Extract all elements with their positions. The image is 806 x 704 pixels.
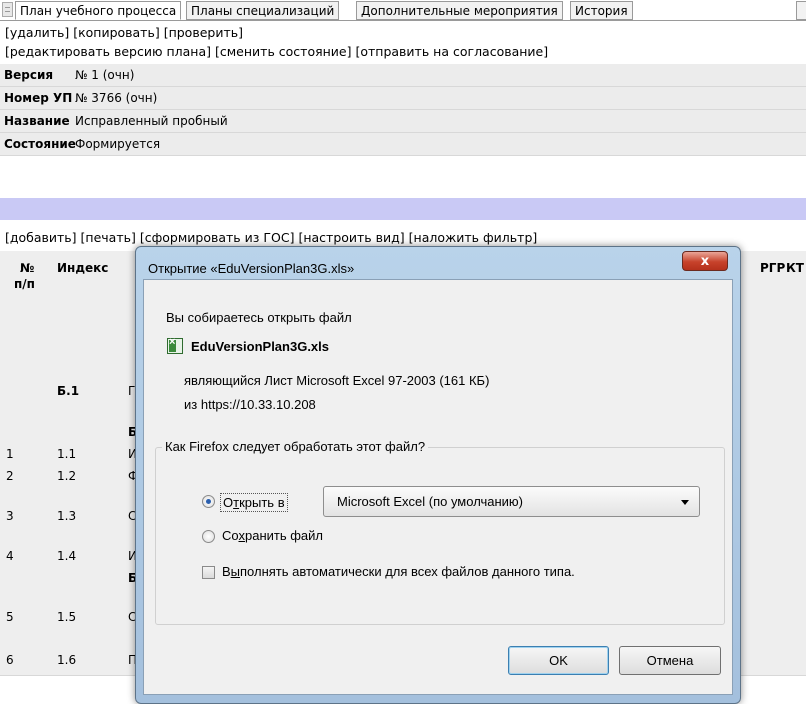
apply-filter-link[interactable]: [наложить фильтр] xyxy=(409,230,538,245)
header-index: Индекс xyxy=(57,261,109,275)
cancel-button[interactable]: Отмена xyxy=(619,646,721,675)
ok-button[interactable]: OK xyxy=(508,646,609,675)
save-label-part: Со xyxy=(222,528,239,543)
close-button[interactable]: x xyxy=(682,251,728,271)
save-file-radio[interactable] xyxy=(202,530,215,543)
cell-num: 5 xyxy=(6,610,14,624)
auto-label-part: полнять автоматически для всех файлов да… xyxy=(240,564,575,579)
header-num2: п/п xyxy=(14,277,35,291)
property-value: № 3766 (очн) xyxy=(75,91,158,105)
file-type-value: Лист Microsoft Excel 97-2003 (161 КБ) xyxy=(264,373,490,388)
tab-history[interactable]: История xyxy=(570,1,633,20)
print-link[interactable]: [печать] xyxy=(81,230,136,245)
open-with-label[interactable]: Открыть в xyxy=(220,493,288,512)
cell-index: Б.1 xyxy=(57,384,80,398)
cell-num: 6 xyxy=(6,653,14,667)
property-row: Название Исправленный пробный xyxy=(0,110,806,133)
cell-num: 2 xyxy=(6,469,14,483)
auto-label-part: В xyxy=(222,564,231,579)
property-label: Название xyxy=(4,114,70,128)
header-kt: КТ xyxy=(786,261,804,275)
generate-from-gos-link[interactable]: [сформировать из ГОС] xyxy=(140,230,295,245)
file-type-label: являющийся xyxy=(184,373,261,388)
delete-link[interactable]: [удалить] xyxy=(5,25,69,40)
open-with-label-part: крыть в xyxy=(239,495,285,510)
cell-index: 1.4 xyxy=(57,549,77,563)
cell-num: 4 xyxy=(6,549,14,563)
excel-file-icon xyxy=(167,336,183,354)
auto-action-label[interactable]: Выполнять автоматически для всех файлов … xyxy=(222,564,575,579)
file-source: из https://10.33.10.208 xyxy=(184,397,316,412)
property-value: Исправленный пробный xyxy=(75,114,228,128)
header-rgr: РГР xyxy=(760,261,786,275)
actions-top: [удалить] [копировать] [проверить] xyxy=(5,22,243,43)
separator-bar xyxy=(0,198,806,220)
save-label-part: ранить файл xyxy=(244,528,323,543)
actions-table: [добавить] [печать] [сформировать из ГОС… xyxy=(5,227,537,248)
tab-more[interactable] xyxy=(796,1,806,20)
application-select[interactable]: Microsoft Excel (по умолчанию) xyxy=(323,486,700,517)
actions-plan: [редактировать версию плана] [сменить со… xyxy=(5,41,548,62)
cell-index: 1.3 xyxy=(57,509,77,523)
property-label: Состояние xyxy=(4,137,76,151)
add-link[interactable]: [добавить] xyxy=(5,230,77,245)
open-with-label-part: О xyxy=(223,495,234,510)
file-type: являющийся Лист Microsoft Excel 97-2003 … xyxy=(184,373,489,388)
save-file-label[interactable]: Сохранить файл xyxy=(222,528,323,543)
handling-question: Как Firefox следует обработать этот файл… xyxy=(162,439,429,454)
property-value: Формируется xyxy=(75,137,161,151)
send-approval-link[interactable]: [отправить на согласование] xyxy=(355,44,548,59)
property-label: Версия xyxy=(4,68,54,82)
plan-properties: Версия № 1 (очн) Номер УП № 3766 (очн) Н… xyxy=(0,64,806,156)
close-icon: x xyxy=(700,254,710,269)
header-num: № xyxy=(20,261,35,275)
tab-bar: План учебного процесса Планы специализац… xyxy=(0,0,806,22)
property-label: Номер УП xyxy=(4,91,73,105)
menu-icon[interactable] xyxy=(2,2,13,17)
open-with-radio[interactable] xyxy=(202,495,215,508)
cell-num: 3 xyxy=(6,509,14,523)
configure-view-link[interactable]: [настроить вид] xyxy=(298,230,404,245)
file-name: EduVersionPlan3G.xls xyxy=(191,339,329,354)
tab-additional-events[interactable]: Дополнительные мероприятия xyxy=(356,1,563,20)
change-state-link[interactable]: [сменить состояние] xyxy=(215,44,352,59)
auto-action-checkbox[interactable] xyxy=(202,566,215,579)
cell-num: 1 xyxy=(6,447,14,461)
tab-specialization-plans[interactable]: Планы специализаций xyxy=(186,1,340,20)
cell-index: 1.2 xyxy=(57,469,77,483)
application-selected: Microsoft Excel (по умолчанию) xyxy=(337,494,524,509)
cell-index: 1.5 xyxy=(57,610,77,624)
edit-plan-link[interactable]: [редактировать версию плана] xyxy=(5,44,211,59)
dialog-title: Открытие «EduVersionPlan3G.xls» xyxy=(148,261,355,276)
copy-link[interactable]: [копировать] xyxy=(73,25,160,40)
dialog-body: Вы собираетесь открыть файл EduVersionPl… xyxy=(143,279,733,695)
dialog-intro: Вы собираетесь открыть файл xyxy=(166,310,352,325)
file-source-value: https://10.33.10.208 xyxy=(200,397,316,412)
tab-study-plan[interactable]: План учебного процесса xyxy=(15,1,182,20)
property-row: Состояние Формируется xyxy=(0,133,806,156)
auto-accel: ы xyxy=(230,564,241,579)
check-link[interactable]: [проверить] xyxy=(164,25,243,40)
property-value: № 1 (очн) xyxy=(75,68,135,82)
file-source-label: из xyxy=(184,397,198,412)
property-row: Версия № 1 (очн) xyxy=(0,64,806,87)
cell-index: 1.6 xyxy=(57,653,77,667)
property-row: Номер УП № 3766 (очн) xyxy=(0,87,806,110)
chevron-down-icon xyxy=(681,500,689,505)
open-file-dialog: Открытие «EduVersionPlan3G.xls» x Вы соб… xyxy=(135,246,741,704)
cell-index: 1.1 xyxy=(57,447,77,461)
